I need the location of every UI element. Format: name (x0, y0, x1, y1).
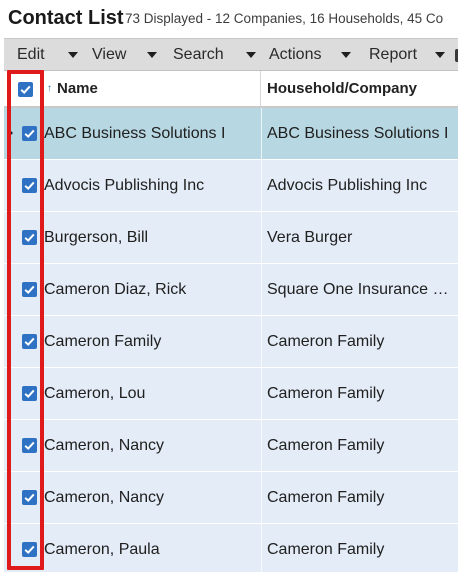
column-divider (261, 420, 262, 471)
cell-household: ABC Business Solutions I (267, 108, 458, 159)
caret-down-icon (245, 51, 256, 58)
table-row[interactable]: Cameron, Nancy Cameron Family (4, 420, 458, 472)
cell-household-text: Advocis Publishing Inc (267, 176, 428, 194)
checkmark-icon (24, 545, 35, 555)
menu-view-label: View (92, 45, 127, 63)
column-divider (261, 316, 262, 367)
title-bar: Contact List 73 Displayed - 12 Companies… (0, 0, 458, 38)
cell-name: Cameron, Nancy (44, 436, 165, 454)
cell-household-text: Cameron Family (267, 384, 385, 402)
row-checkbox[interactable] (22, 490, 37, 505)
table-row[interactable]: Cameron Family Cameron Family (4, 316, 458, 368)
cell-household-text: Cameron Family (267, 488, 385, 506)
table-row[interactable]: Cameron Diaz, Rick Square One Insurance … (4, 264, 458, 316)
column-header-household-label: Household/Company (267, 80, 418, 97)
table-row[interactable]: ABC Business Solutions I ABC Business So… (4, 108, 458, 160)
column-divider (261, 472, 262, 523)
column-header-name[interactable]: ↑ Name (44, 71, 261, 106)
cell-name: Cameron, Nancy (44, 488, 165, 506)
menu-report-label: Report (369, 45, 418, 63)
checkmark-icon (24, 389, 35, 399)
row-checkbox[interactable] (22, 178, 37, 193)
row-pointer-icon (8, 128, 13, 138)
cell-name: Cameron, Lou (44, 384, 146, 402)
table-row[interactable]: Cameron, Nancy Cameron Family (4, 472, 458, 524)
cell-household: Cameron Family (267, 420, 458, 471)
select-all-cell (4, 71, 44, 106)
checkmark-icon (24, 441, 35, 451)
column-header-name-label: Name (57, 80, 98, 97)
checkmark-icon (24, 337, 35, 347)
column-divider (261, 368, 262, 419)
menu-search-label: Search (173, 45, 224, 63)
menu-search[interactable]: Search (173, 39, 256, 70)
cell-household: Vera Burger (267, 212, 458, 263)
menu-report[interactable]: Report (369, 39, 446, 70)
row-checkbox[interactable] (22, 542, 37, 557)
cell-name: Cameron Family (44, 332, 162, 350)
row-checkbox[interactable] (22, 334, 37, 349)
caret-down-icon (147, 51, 158, 58)
checkmark-icon (24, 181, 35, 191)
cell-household: Cameron Family (267, 524, 458, 572)
row-checkbox[interactable] (22, 126, 37, 141)
select-all-checkbox[interactable] (18, 82, 33, 97)
column-divider (261, 108, 262, 159)
menu-actions[interactable]: Actions (269, 39, 352, 70)
caret-down-icon (435, 51, 446, 58)
checkmark-icon (24, 285, 35, 295)
cell-name: Cameron Diaz, Rick (44, 280, 187, 298)
cell-name: ABC Business Solutions I (44, 124, 226, 142)
cell-household-text: Cameron Family (267, 436, 385, 454)
cell-name: Cameron, Paula (44, 540, 160, 558)
cell-household: Cameron Family (267, 368, 458, 419)
caret-down-icon (341, 51, 352, 58)
cell-household-text: Vera Burger (267, 228, 353, 246)
menu-actions-label: Actions (269, 45, 322, 63)
table-row[interactable]: Cameron, Paula Cameron Family (4, 524, 458, 572)
checkmark-icon (24, 493, 35, 503)
table-row[interactable]: Advocis Publishing Inc Advocis Publishin… (4, 160, 458, 212)
page-title: Contact List (8, 7, 124, 29)
cell-household-text: Square One Insurance Services (267, 280, 455, 298)
cell-household: Cameron Family (267, 472, 458, 523)
cell-household: Square One Insurance Services (267, 264, 458, 315)
menu-bar: Edit View Search Actions Report (4, 38, 458, 71)
cell-name: Advocis Publishing Inc (44, 176, 205, 194)
checkmark-icon (20, 85, 31, 95)
row-checkbox[interactable] (22, 230, 37, 245)
row-checkbox[interactable] (22, 386, 37, 401)
checkmark-icon (24, 233, 35, 243)
caret-down-icon (67, 51, 78, 58)
menu-edit[interactable]: Edit (17, 39, 78, 70)
column-divider (261, 212, 262, 263)
column-divider (261, 264, 262, 315)
cell-household-text: ABC Business Solutions I (267, 124, 449, 142)
table-row[interactable]: Burgerson, Bill Vera Burger (4, 212, 458, 264)
column-divider (261, 524, 262, 572)
cell-household-text: Cameron Family (267, 540, 385, 558)
row-checkbox[interactable] (22, 438, 37, 453)
checkmark-icon (24, 129, 35, 139)
cell-household-text: Cameron Family (267, 332, 385, 350)
cell-name: Burgerson, Bill (44, 228, 149, 246)
table-header: ↑ Name Household/Company (4, 71, 458, 108)
menu-edit-label: Edit (17, 45, 45, 63)
table-row[interactable]: Cameron, Lou Cameron Family (4, 368, 458, 420)
sort-ascending-icon: ↑ (47, 83, 52, 94)
menu-view[interactable]: View (92, 39, 158, 70)
cell-household: Advocis Publishing Inc (267, 160, 458, 211)
list-summary: 73 Displayed - 12 Companies, 16 Househol… (125, 11, 444, 26)
cell-household: Cameron Family (267, 316, 458, 367)
column-divider (261, 160, 262, 211)
row-checkbox[interactable] (22, 282, 37, 297)
column-header-household[interactable]: Household/Company (267, 71, 417, 106)
